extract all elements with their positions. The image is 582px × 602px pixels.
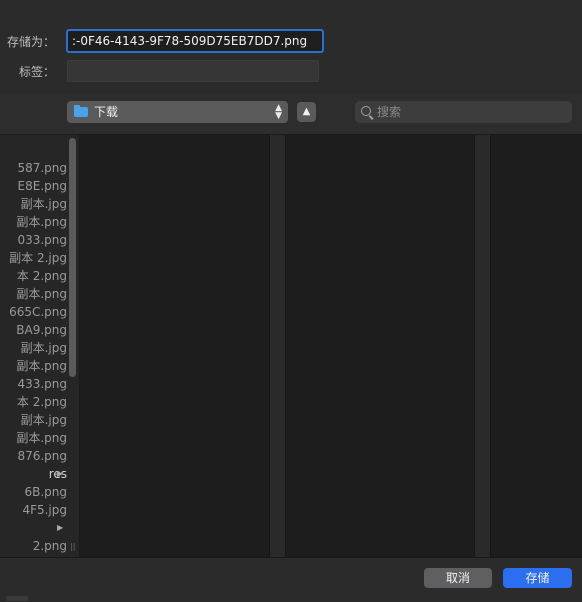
file-list-item[interactable]: 副本.png bbox=[16, 429, 67, 447]
file-list-item[interactable]: 副本.jpg bbox=[21, 411, 67, 429]
file-column-1[interactable]: 587.png E8E.png 副本.jpg 副本.png 033.png 副本 2.jp… bbox=[0, 135, 80, 557]
chevron-right-icon: ▶ bbox=[57, 523, 64, 532]
file-list-item[interactable]: 4F5.jpg bbox=[22, 501, 67, 519]
search-icon bbox=[361, 106, 371, 116]
column-2-scroll-gutter[interactable] bbox=[269, 135, 286, 557]
file-list-item[interactable]: 587.png bbox=[17, 159, 67, 177]
window-corner bbox=[6, 596, 28, 601]
tags-input[interactable] bbox=[67, 60, 319, 82]
file-list-item[interactable]: 665C.png bbox=[9, 303, 67, 321]
file-list-item[interactable]: E8E.png bbox=[18, 177, 67, 195]
search-placeholder: 搜索 bbox=[377, 105, 402, 119]
file-list-item[interactable]: 副本.png bbox=[16, 357, 67, 375]
column-3-scroll-gutter[interactable] bbox=[474, 135, 491, 557]
file-list-item[interactable]: 副本 2.jpg bbox=[9, 249, 67, 267]
chevron-up-icon: ▲ bbox=[302, 106, 311, 117]
vertical-scrollbar[interactable] bbox=[69, 138, 76, 377]
downloads-folder-icon bbox=[74, 105, 88, 117]
chevron-up-down-icon: ▲ ▼ bbox=[275, 103, 282, 121]
file-list-item[interactable]: 033.png bbox=[17, 231, 67, 249]
search-field[interactable]: 搜索 bbox=[355, 101, 572, 123]
bottom-button-bar bbox=[0, 557, 582, 602]
location-popup[interactable]: 下载 ▲ ▼ bbox=[67, 101, 288, 123]
expand-collapse-button[interactable]: ▲ bbox=[297, 102, 316, 122]
file-list-item[interactable]: 433.png bbox=[17, 375, 67, 393]
file-list-item[interactable]: 本 2.png bbox=[17, 393, 67, 411]
tags-label: 标签： bbox=[18, 65, 55, 79]
window-top-bar bbox=[0, 0, 582, 15]
chevron-right-icon: ▶ bbox=[57, 469, 64, 478]
cancel-button[interactable]: 取消 bbox=[424, 568, 492, 588]
file-list-item[interactable]: 本 2.png bbox=[17, 267, 67, 285]
save-as-label: 存储为： bbox=[6, 35, 55, 49]
filename-input[interactable]: :-0F46-4143-9F78-509D75EB7DD7.png bbox=[66, 29, 324, 53]
file-column-2[interactable] bbox=[80, 135, 269, 557]
column-resize-handle[interactable]: || bbox=[70, 542, 75, 552]
file-list-item[interactable]: 2.png bbox=[33, 537, 67, 555]
file-list-item[interactable]: 副本.png bbox=[16, 285, 67, 303]
save-form-area bbox=[0, 14, 582, 94]
save-button[interactable]: 存储 bbox=[503, 568, 572, 588]
file-column-3[interactable] bbox=[286, 135, 474, 557]
file-list-item[interactable]: BA9.png bbox=[16, 321, 67, 339]
file-list-item[interactable]: 6B.png bbox=[24, 483, 67, 501]
file-list-item[interactable]: 876.png bbox=[17, 447, 67, 465]
file-list-item[interactable]: 副本.jpg bbox=[21, 339, 67, 357]
location-label: 下载 bbox=[94, 105, 119, 119]
file-list-item[interactable]: 副本.png bbox=[16, 213, 67, 231]
file-column-4[interactable] bbox=[491, 135, 582, 557]
file-list-item[interactable]: 副本.jpg bbox=[21, 195, 67, 213]
